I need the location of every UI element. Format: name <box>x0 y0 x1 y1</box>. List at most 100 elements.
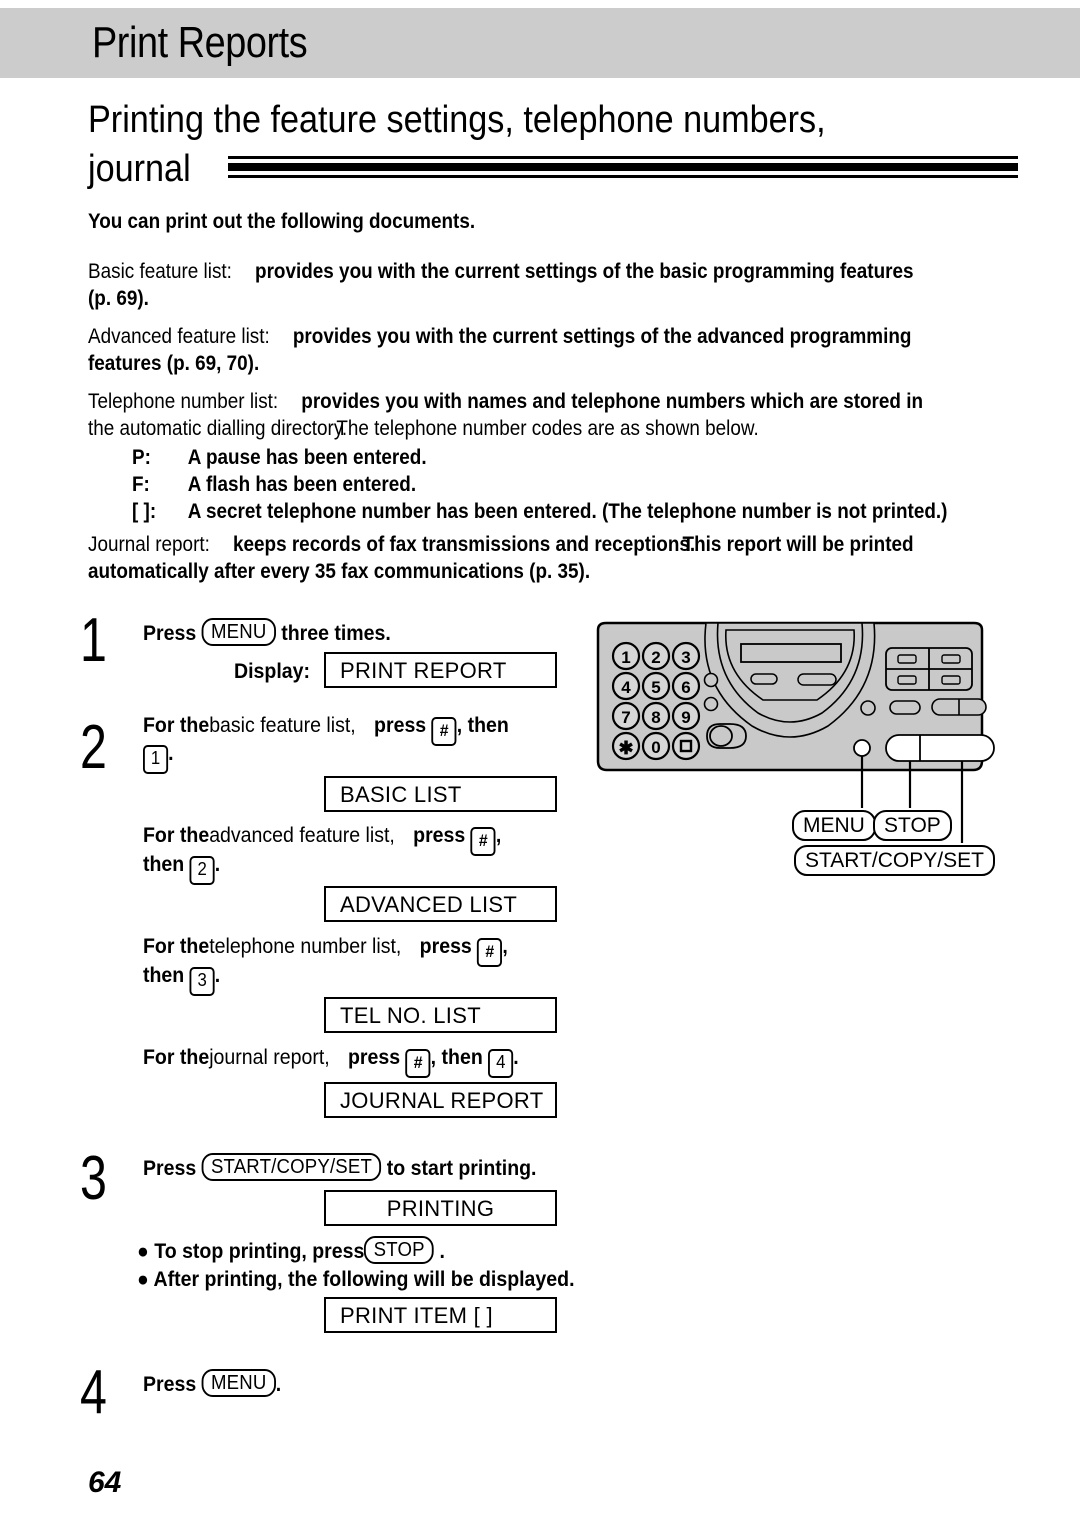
station-button-2 <box>941 654 961 664</box>
step-2-journal-then: , then <box>430 1046 483 1069</box>
digit-key-1-button[interactable]: 1 <box>143 745 169 774</box>
step-3-instruction: Press START/COPY/SET to start printing. <box>143 1153 536 1183</box>
step-2-advanced-press: press <box>413 824 466 847</box>
step-3-press-word: Press <box>143 1157 197 1180</box>
right-indicator-light <box>860 700 876 716</box>
step-2-telephone-press: press <box>419 935 472 958</box>
console-button-left <box>750 673 778 685</box>
start-copy-set-key-button[interactable]: START/COPY/SET <box>201 1153 382 1181</box>
step-3-note2: After printing, the following will be di… <box>153 1268 575 1291</box>
telephone-code-list: P: A pause has been entered. F: A flash ha… <box>132 444 947 525</box>
step-2-number: 2 <box>80 713 107 782</box>
description-advanced: Advanced feature list: provides you with… <box>88 323 911 377</box>
step-3-suffix: to start printing. <box>386 1157 537 1180</box>
step-3-note-after: ● After printing, the following will be … <box>137 1266 575 1294</box>
keypad-label-4: 4 <box>621 678 631 697</box>
step-2-basic-forthe: For the <box>143 714 210 737</box>
description-advanced-label: Advanced feature list: <box>88 325 270 348</box>
lcd-journal-report: JOURNAL REPORT <box>324 1082 557 1118</box>
description-telephone-body-2b: The telephone number codes are as shown … <box>336 417 759 440</box>
bullet-icon: ● <box>137 1240 149 1263</box>
keypad-label-1: 1 <box>621 648 630 667</box>
lcd-basic-list: BASIC LIST <box>324 776 557 812</box>
section-title-line1: Printing the feature settings, telephone… <box>88 99 826 141</box>
code-p: P: <box>132 446 151 469</box>
section-title-rule <box>228 156 1018 178</box>
lcd-printing: PRINTING <box>324 1190 557 1226</box>
step-2-telephone-period: . <box>214 964 221 987</box>
step-2-telephone-digit-line: then 3. <box>143 962 220 996</box>
right-pill-button <box>889 700 921 715</box>
code-p-meaning: A pause has been entered. <box>187 446 427 469</box>
section-title: Printing the feature settings, telephone… <box>88 96 925 194</box>
intro-lead: You can print out the following document… <box>88 210 476 233</box>
hash-key-button[interactable]: # <box>477 938 503 967</box>
step-2-basic-press: press <box>374 714 427 737</box>
step-2-telephone-then: then <box>143 964 185 987</box>
callout-label-menu: MENU <box>792 810 876 841</box>
step-2-telephone-subject: telephone number list, <box>209 935 402 958</box>
step-2-journal-forthe: For the <box>143 1046 210 1069</box>
step-1-press-word: Press <box>143 622 197 645</box>
keypad-label-7: 7 <box>621 708 630 727</box>
stop-key-button[interactable]: STOP <box>364 1236 435 1264</box>
keypad-label-3: 3 <box>681 648 690 667</box>
callout-label-stop: STOP <box>873 810 952 841</box>
menu-key-button[interactable]: MENU <box>201 1369 276 1397</box>
hash-key-button[interactable]: # <box>405 1049 431 1078</box>
lcd-print-item: PRINT ITEM [ ] <box>324 1297 557 1333</box>
step-2-advanced-then: then <box>143 853 185 876</box>
hash-key-button[interactable]: # <box>470 827 496 856</box>
console-button-right <box>797 673 837 686</box>
step-2-item-journal: For thejournal report, press #, then 4. <box>143 1044 519 1078</box>
keypad-label-9: 9 <box>681 708 690 727</box>
step-4-suffix: . <box>275 1373 282 1396</box>
description-telephone-body-2a: the automatic dialling directory. <box>88 417 348 440</box>
step-1-suffix: three times. <box>281 622 391 645</box>
step-1-instruction: Press MENU three times. <box>143 618 391 648</box>
step-2-item-basic: For thebasic feature list, press #, then <box>143 712 509 746</box>
step-2-advanced-period: . <box>214 853 221 876</box>
step-4-instruction: Press MENU. <box>143 1369 281 1399</box>
description-basic-label: Basic feature list: <box>88 260 232 283</box>
description-basic-body-1: provides you with the current settings o… <box>255 260 914 283</box>
handset-button-inner <box>709 725 733 747</box>
step-2-journal-period: . <box>513 1046 519 1069</box>
digit-key-2-button[interactable]: 2 <box>189 856 215 885</box>
step-2-basic-period: . <box>168 742 174 765</box>
step-1-display-label: Display: <box>234 660 310 683</box>
digit-key-3-button[interactable]: 3 <box>189 967 215 996</box>
step-2-basic-digit-line: 1. <box>143 740 174 774</box>
keypad-label-5: 5 <box>651 678 660 697</box>
code-secret-meaning: A secret telephone number has been enter… <box>187 500 948 523</box>
station-button-1 <box>897 654 917 664</box>
menu-key-button[interactable]: MENU <box>201 618 276 646</box>
fax-lcd-screen <box>740 643 842 663</box>
step-2-journal-subject: journal report, <box>209 1046 330 1069</box>
page-number: 64 <box>88 1466 122 1499</box>
start-stop-button-bar <box>885 734 995 762</box>
description-advanced-body-1: provides you with the current settings o… <box>292 325 912 348</box>
description-telephone-body-1: provides you with names and telephone nu… <box>301 390 924 413</box>
indicator-light-lower <box>703 696 719 712</box>
hash-key-button[interactable]: # <box>431 717 457 746</box>
code-secret: [ ]: <box>132 500 157 523</box>
keypad-label-6: 6 <box>681 678 690 697</box>
description-journal-label: Journal report: <box>88 533 210 556</box>
step-2-advanced-forthe: For the <box>143 824 210 847</box>
page-title: Print Reports <box>92 18 308 67</box>
description-journal: Journal report: keeps records of fax tra… <box>88 531 914 585</box>
step-2-basic-subject: basic feature list, <box>209 714 356 737</box>
digit-key-4-button[interactable]: 4 <box>488 1049 514 1078</box>
keypad-label-8: 8 <box>651 708 660 727</box>
indicator-light-upper <box>703 672 719 688</box>
description-telephone-label: Telephone number list: <box>88 390 279 413</box>
keypad-label-star: ✱ <box>618 738 633 758</box>
bullet-icon: ● <box>137 1268 149 1291</box>
lcd-advanced-list: ADVANCED LIST <box>324 886 557 922</box>
step-2-advanced-subject: advanced feature list, <box>209 824 395 847</box>
station-button-3 <box>897 675 917 685</box>
description-journal-body-1a: keeps records of fax transmissions and r… <box>232 533 696 556</box>
step-2-basic-then: , then <box>456 714 509 737</box>
step-2-advanced-digit-line: then 2. <box>143 851 220 885</box>
